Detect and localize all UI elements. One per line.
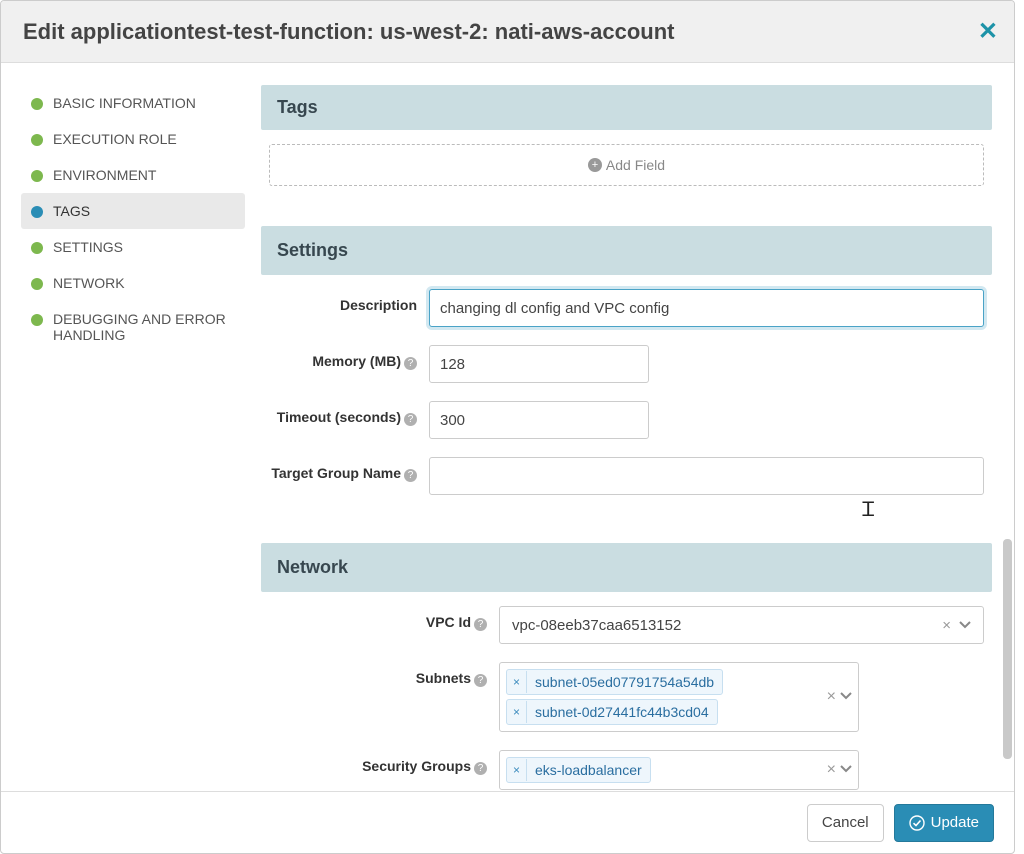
form-row-target-group: Target Group Name?: [269, 457, 984, 495]
status-dot-icon: [31, 242, 43, 254]
section-header-tags: Tags: [261, 85, 992, 130]
cancel-button[interactable]: Cancel: [807, 804, 884, 842]
update-button[interactable]: Update: [894, 804, 994, 842]
target-group-input[interactable]: [429, 457, 984, 495]
modal-body: BASIC INFORMATION EXECUTION ROLE ENVIRON…: [1, 63, 1014, 791]
description-label: Description: [269, 289, 429, 313]
form-row-security-groups: Security Groups? × eks-loadbalancer ×: [269, 750, 984, 790]
security-groups-multiselect[interactable]: × eks-loadbalancer ×: [499, 750, 859, 790]
modal-header: Edit applicationtest-test-function: us-w…: [1, 1, 1014, 63]
sidebar-item-label: EXECUTION ROLE: [53, 131, 177, 147]
chevron-down-icon[interactable]: [955, 617, 975, 634]
timeout-input[interactable]: [429, 401, 649, 439]
chevron-down-icon[interactable]: [840, 761, 852, 779]
check-circle-icon: [909, 815, 925, 831]
help-icon[interactable]: ?: [404, 469, 417, 482]
sidebar-item-environment[interactable]: ENVIRONMENT: [21, 157, 245, 193]
sidebar-item-label: SETTINGS: [53, 239, 123, 255]
update-label: Update: [931, 814, 979, 831]
chevron-down-icon[interactable]: [840, 688, 852, 706]
subnets-multiselect[interactable]: × subnet-05ed07791754a54db × subnet-0d27…: [499, 662, 859, 732]
modal-title: Edit applicationtest-test-function: us-w…: [23, 19, 674, 45]
help-icon[interactable]: ?: [474, 762, 487, 775]
sidebar: BASIC INFORMATION EXECUTION ROLE ENVIRON…: [1, 63, 261, 791]
form-row-timeout: Timeout (seconds)?: [269, 401, 984, 439]
sidebar-item-debugging-and-error-handling[interactable]: DEBUGGING AND ERROR HANDLING: [21, 301, 245, 353]
chip-remove-icon[interactable]: ×: [507, 671, 527, 693]
plus-circle-icon: +: [588, 158, 602, 172]
help-icon[interactable]: ?: [474, 618, 487, 631]
chip-label: eks-loadbalancer: [527, 758, 650, 782]
sidebar-item-network[interactable]: NETWORK: [21, 265, 245, 301]
clear-icon[interactable]: ×: [827, 761, 836, 779]
add-field-label: Add Field: [606, 157, 665, 173]
memory-label: Memory (MB)?: [269, 345, 429, 370]
subnet-chip: × subnet-05ed07791754a54db: [506, 669, 723, 695]
sidebar-item-basic-information[interactable]: BASIC INFORMATION: [21, 85, 245, 121]
form-row-subnets: Subnets? × subnet-05ed07791754a54db × su…: [269, 662, 984, 732]
memory-input[interactable]: [429, 345, 649, 383]
help-icon[interactable]: ?: [404, 357, 417, 370]
security-groups-label: Security Groups?: [269, 750, 499, 775]
description-input[interactable]: [429, 289, 984, 327]
scrollbar-thumb[interactable]: [1003, 539, 1012, 759]
form-row-vpc: VPC Id? vpc-08eeb37caa6513152 ×: [269, 606, 984, 644]
status-dot-icon: [31, 314, 43, 326]
close-icon[interactable]: ✕: [978, 17, 998, 46]
form-row-description: Description: [269, 289, 984, 327]
vpc-selected-value: vpc-08eeb37caa6513152: [512, 617, 938, 634]
section-header-network: Network: [261, 543, 992, 592]
target-group-label: Target Group Name?: [269, 457, 429, 482]
status-dot-icon: [31, 278, 43, 290]
chip-remove-icon[interactable]: ×: [507, 759, 527, 781]
sidebar-item-label: TAGS: [53, 203, 90, 219]
add-field-button[interactable]: + Add Field: [269, 144, 984, 186]
help-icon[interactable]: ?: [404, 413, 417, 426]
chip-label: subnet-0d27441fc44b3cd04: [527, 700, 717, 724]
timeout-label: Timeout (seconds)?: [269, 401, 429, 426]
sidebar-item-tags[interactable]: TAGS: [21, 193, 245, 229]
sidebar-item-execution-role[interactable]: EXECUTION ROLE: [21, 121, 245, 157]
subnets-label: Subnets?: [269, 662, 499, 687]
status-dot-icon: [31, 206, 43, 218]
modal-footer: Cancel Update: [1, 791, 1014, 853]
help-icon[interactable]: ?: [474, 674, 487, 687]
clear-icon[interactable]: ×: [938, 617, 955, 634]
clear-icon[interactable]: ×: [827, 688, 836, 706]
sidebar-item-label: NETWORK: [53, 275, 125, 291]
status-dot-icon: [31, 170, 43, 182]
status-dot-icon: [31, 98, 43, 110]
sidebar-item-settings[interactable]: SETTINGS: [21, 229, 245, 265]
vpc-select[interactable]: vpc-08eeb37caa6513152 ×: [499, 606, 984, 644]
cancel-label: Cancel: [822, 814, 869, 831]
form-row-memory: Memory (MB)?: [269, 345, 984, 383]
subnet-chip: × subnet-0d27441fc44b3cd04: [506, 699, 718, 725]
sidebar-item-label: DEBUGGING AND ERROR HANDLING: [53, 311, 235, 343]
status-dot-icon: [31, 134, 43, 146]
sidebar-item-label: BASIC INFORMATION: [53, 95, 196, 111]
vpc-label: VPC Id?: [269, 606, 499, 631]
sidebar-item-label: ENVIRONMENT: [53, 167, 156, 183]
content-area[interactable]: Tags + Add Field Settings Description Me…: [261, 63, 1014, 791]
edit-function-modal: Edit applicationtest-test-function: us-w…: [0, 0, 1015, 854]
chip-remove-icon[interactable]: ×: [507, 701, 527, 723]
section-header-settings: Settings: [261, 226, 992, 275]
security-group-chip: × eks-loadbalancer: [506, 757, 651, 783]
chip-label: subnet-05ed07791754a54db: [527, 670, 722, 694]
